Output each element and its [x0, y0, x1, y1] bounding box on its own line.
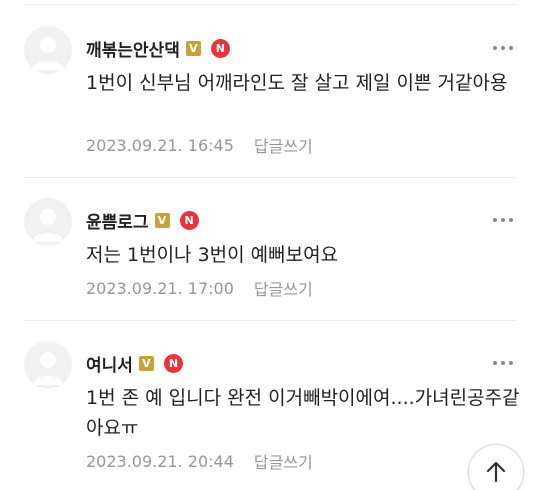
default-profile-icon [32, 209, 64, 242]
comment-meta: 2023.09.21. 16:45 답글쓰기 [86, 133, 313, 157]
author-nickname[interactable]: 윤쁨로그 [86, 208, 149, 233]
more-options-button[interactable] [488, 351, 518, 375]
new-badge: N [210, 38, 230, 58]
author-nickname[interactable]: 여니서 [86, 351, 133, 376]
arrow-up-icon [486, 461, 506, 483]
default-profile-icon [32, 352, 64, 385]
verified-badge: V [154, 212, 170, 228]
comment-meta: 2023.09.21. 20:44 답글쓰기 [86, 449, 313, 473]
new-badge: N [179, 210, 199, 230]
verified-badge: V [185, 40, 201, 56]
comment-list: 깨볶는안산댁 V N 1번이 신부님 어깨라인도 잘 살고 제일 이쁜 거같아용… [0, 0, 540, 490]
more-options-button[interactable] [488, 208, 518, 232]
reply-button[interactable]: 답글쓰기 [254, 276, 313, 300]
avatar[interactable] [24, 198, 72, 246]
comment-date: 2023.09.21. 20:44 [86, 451, 234, 471]
comment-text: 저는 1번이나 3번이 예뻐보여요 [86, 244, 339, 266]
divider [24, 177, 516, 178]
comment-meta: 2023.09.21. 17:00 답글쓰기 [86, 276, 313, 300]
author-row: 여니서 V N [86, 351, 183, 376]
default-profile-icon [32, 37, 64, 70]
author-nickname[interactable]: 깨볶는안산댁 [86, 36, 180, 61]
reply-button[interactable]: 답글쓰기 [254, 449, 313, 473]
comment-text: 1번이 신부님 어깨라인도 잘 살고 제일 이쁜 거같아용 [86, 72, 508, 94]
more-options-button[interactable] [488, 36, 518, 60]
more-dots-icon [493, 46, 497, 50]
divider [24, 320, 516, 321]
new-badge: N [163, 353, 183, 373]
author-row: 깨볶는안산댁 V N [86, 36, 230, 61]
reply-button[interactable]: 답글쓰기 [254, 133, 313, 157]
avatar[interactable] [24, 341, 72, 389]
scroll-to-top-button[interactable] [468, 444, 524, 490]
comment-text: 1번 존 예 입니다 완전 이거빼박이에여....가녀린공주같아요ㅠ [86, 387, 520, 439]
divider [24, 4, 516, 5]
avatar[interactable] [24, 26, 72, 74]
more-dots-icon [493, 218, 497, 222]
more-dots-icon [493, 361, 497, 365]
verified-badge: V [138, 355, 154, 371]
comment-date: 2023.09.21. 17:00 [86, 278, 234, 298]
comment-date: 2023.09.21. 16:45 [86, 135, 234, 155]
author-row: 윤쁨로그 V N [86, 208, 199, 233]
